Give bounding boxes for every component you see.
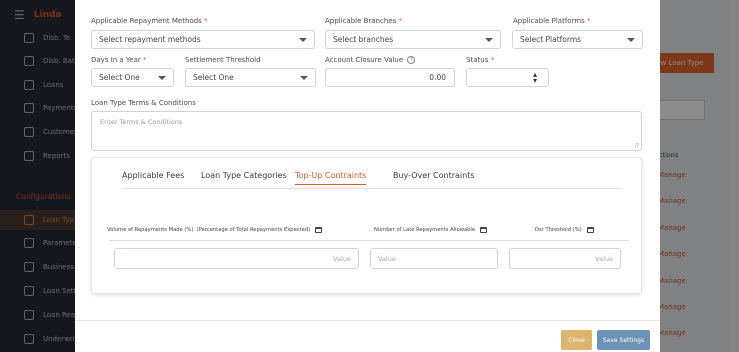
chevron-down-icon — [300, 76, 308, 80]
settlement-threshold-label: Settlement Threshold — [185, 56, 261, 64]
dsr-threshold-header: Dsr Threshold (%) — [535, 227, 594, 233]
status-label: Status * — [466, 56, 495, 64]
modal-footer-divider — [75, 320, 660, 321]
dsr-threshold-input[interactable]: Value — [509, 248, 621, 269]
loan-type-settings-modal: Applicable Repayment Methods * Select re… — [75, 0, 660, 352]
info-icon[interactable]: ? — [407, 56, 416, 64]
platforms-label: Applicable Platforms * — [513, 17, 591, 25]
days-in-year-select[interactable]: Select One — [91, 68, 174, 87]
constraints-card: Applicable Fees Loan Type Categories Top… — [91, 157, 642, 294]
tab-loan-type-categories[interactable]: Loan Type Categories — [201, 171, 287, 184]
branches-label: Applicable Branches * — [325, 17, 403, 25]
chevron-down-icon — [299, 38, 307, 42]
resize-handle-icon[interactable]: ∕∕ — [635, 142, 639, 149]
settlement-threshold-select[interactable]: Select One — [185, 68, 316, 87]
tab-top-up-constraints[interactable]: Top-Up Contraints — [295, 171, 367, 185]
terms-label: Loan Type Terms & Conditions — [91, 99, 196, 107]
sort-arrows-icon: ▴ ▾ — [532, 70, 537, 85]
calendar-icon — [586, 227, 594, 233]
branches-select[interactable]: Select branches — [325, 30, 501, 49]
repayment-methods-label: Applicable Repayment Methods * — [91, 17, 208, 25]
chevron-down-icon — [627, 38, 635, 42]
repayment-methods-select[interactable]: Select repayment methods — [91, 30, 315, 49]
calendar-icon — [480, 227, 488, 233]
volume-repayments-header: Volume of Repayments Made (%). (Percenta… — [107, 227, 323, 233]
chevron-down-icon — [158, 76, 166, 80]
calendar-icon — [315, 227, 323, 233]
status-select[interactable]: ▴ ▾ — [466, 68, 549, 87]
save-settings-button[interactable]: Save Settings — [597, 330, 650, 350]
account-closure-input[interactable]: 0.00 — [325, 68, 455, 87]
close-button[interactable]: Close — [561, 330, 592, 350]
account-closure-label: Account Closure Value ? — [325, 56, 416, 64]
tab-applicable-fees[interactable]: Applicable Fees — [122, 171, 184, 184]
terms-textarea[interactable]: Enter Terms & Conditions ∕∕ — [91, 111, 642, 151]
tab-divider — [122, 188, 622, 189]
late-repayments-header: Number of Late Repayments Allowable — [374, 227, 488, 233]
header-divider — [110, 240, 629, 241]
days-in-year-label: Days In a Year * — [91, 56, 147, 64]
tab-buy-over-constraints[interactable]: Buy-Over Contraints — [393, 171, 475, 184]
chevron-down-icon — [485, 38, 493, 42]
volume-repayments-input[interactable]: Value — [114, 248, 359, 269]
late-repayments-input[interactable]: Value — [370, 248, 498, 269]
platforms-select[interactable]: Select Platforms — [512, 30, 643, 49]
